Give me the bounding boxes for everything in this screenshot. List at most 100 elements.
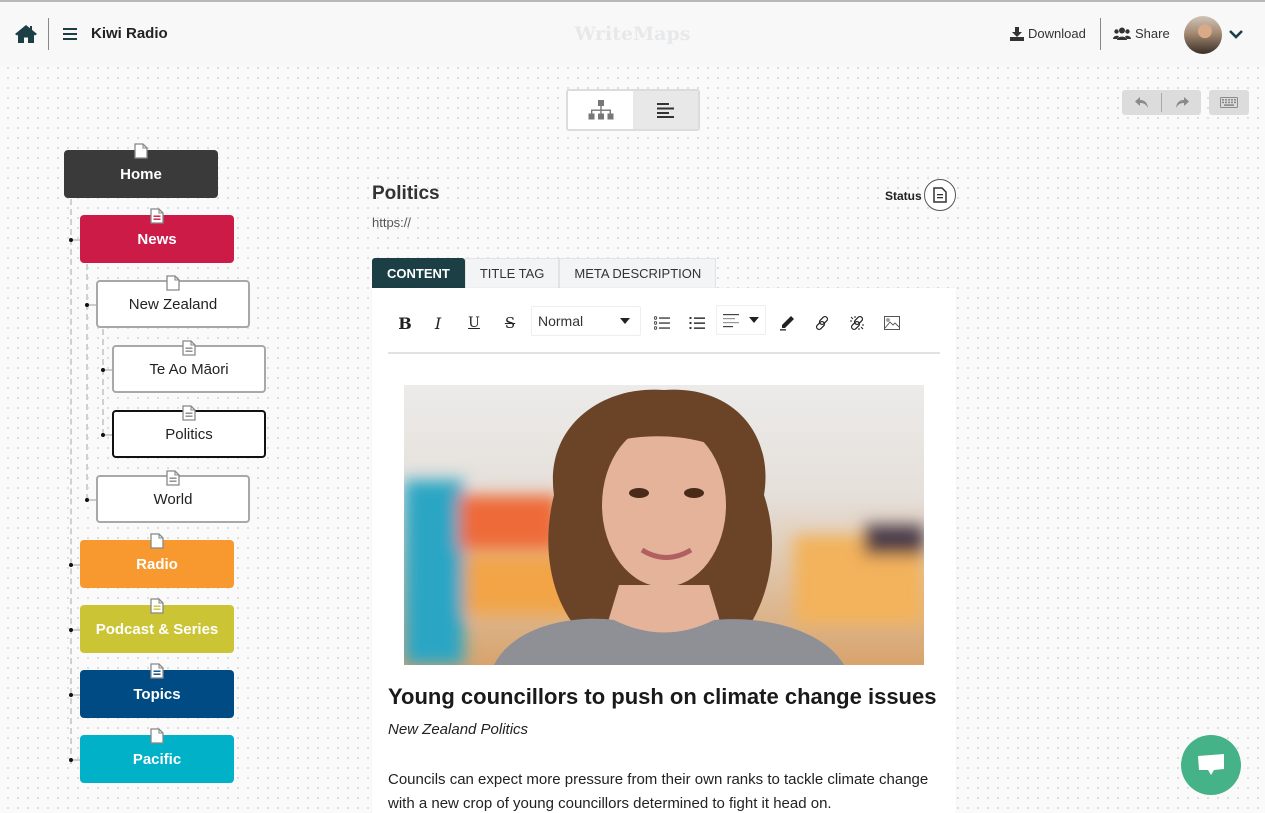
undo-icon [1134,96,1148,108]
align-left-icon [656,103,674,118]
sitemap-node-home[interactable]: Home [64,143,218,198]
history-controls [1122,90,1201,115]
tree-connector [73,239,80,241]
strikethrough-icon: S [504,314,516,332]
download-button[interactable]: Download [1010,26,1086,41]
sitemap-icon [588,100,613,120]
content-editor[interactable]: B I U S Normal Young councillors to push… [372,288,956,813]
page-content-icon [166,470,180,486]
download-icon [1010,26,1024,41]
undo-button[interactable] [1122,90,1161,115]
numbered-list-icon [689,317,705,329]
sitemap-node-news[interactable]: News [80,208,234,263]
divider [1100,18,1101,50]
sitemap-node-label: Te Ao Māori [149,360,229,378]
tree-connector [89,499,96,501]
italic-button[interactable]: I [427,312,449,334]
sitemap-node-label: World [153,490,193,508]
page-blank-icon [166,275,180,291]
link-icon [815,315,829,331]
tree-connector [105,434,112,436]
pen-icon [780,316,794,331]
article-image[interactable] [404,385,924,665]
sitemap-node-te-ao-m-ori[interactable]: Te Ao Māori [112,340,266,393]
sitemap-node-new-zealand[interactable]: New Zealand [96,275,250,328]
article-body: Councils can expect more pressure from t… [388,771,929,812]
page-blank-icon [150,728,164,744]
tab-content[interactable]: CONTENT [372,258,465,288]
status-label: Status [885,189,922,203]
top-bar: Kiwi Radio WriteMaps Download Share [0,0,1265,66]
keyboard-shortcuts-button[interactable] [1209,90,1249,115]
page-url[interactable]: https:// [372,215,411,230]
share-label: Share [1135,26,1170,41]
tree-connector [86,264,88,500]
sitemap-node-podcast-series[interactable]: Podcast & Series [80,598,234,653]
tree-connector [70,199,72,764]
keyboard-icon [1220,97,1238,108]
sitemap-node-label: Home [120,165,162,183]
document-icon [933,187,947,203]
sitemap-node-pacific[interactable]: Pacific [80,728,234,783]
format-value: Normal [538,313,584,329]
caret-down-icon [749,317,759,323]
unlink-icon [850,315,864,331]
editor-toolbar: B I U S Normal [388,304,940,354]
underline-button[interactable]: U [463,312,485,334]
redo-button[interactable] [1162,90,1201,115]
bullet-list-button[interactable] [651,312,673,334]
sitemap-node-radio[interactable]: Radio [80,533,234,588]
bullet-list-icon [654,316,670,330]
sitemap-node-label: Politics [165,425,213,443]
sitemap-node-label: Podcast & Series [95,620,219,638]
unlink-button[interactable] [846,312,868,334]
sitemap-node-politics[interactable]: Politics [112,405,266,458]
account-menu-toggle[interactable] [1228,27,1244,39]
tree-connector [73,759,80,761]
outline-view-button[interactable] [633,91,698,129]
tree-connector [73,564,80,566]
align-icon [723,314,739,328]
page-blank-icon [134,143,148,159]
page-content-icon [150,663,164,679]
page-content-icon [150,208,164,224]
status-button[interactable] [924,179,956,211]
user-avatar[interactable] [1184,16,1222,54]
page-content-icon [182,340,196,356]
page-title: Politics [372,183,440,204]
tab-title-tag[interactable]: TITLE TAG [464,258,560,288]
share-button[interactable]: Share [1113,26,1170,41]
sitemap-node-label: Radio [136,555,178,573]
bold-icon: B [398,313,412,333]
tree-connector [89,304,96,306]
sitemap-node-label: New Zealand [128,295,218,313]
editor-tabs: CONTENT TITLE TAG META DESCRIPTION [372,258,717,288]
chat-button[interactable] [1181,735,1241,795]
page-content-icon [150,598,164,614]
tree-connector [73,694,80,696]
align-select[interactable] [716,305,766,335]
sitemap-node-topics[interactable]: Topics [80,663,234,718]
caret-down-icon [620,318,630,324]
view-toggle [566,89,700,131]
strikethrough-button[interactable]: S [499,312,521,334]
format-select[interactable]: Normal [531,306,641,336]
sitemap-node-label: Topics [133,685,181,703]
tree-connector [73,629,80,631]
numbered-list-button[interactable] [686,312,708,334]
article-heading: Young councillors to push on climate cha… [388,684,937,709]
pen-button[interactable] [776,312,798,334]
chat-bubble-icon [1198,754,1224,775]
tab-meta-description[interactable]: META DESCRIPTION [559,258,717,288]
sitemap-node-world[interactable]: World [96,470,250,523]
users-icon [1113,27,1131,40]
image-button[interactable] [881,312,903,334]
sitemap-node-label: News [137,230,177,248]
sitemap-view-button[interactable] [568,91,633,129]
portrait-image [404,385,924,665]
link-button[interactable] [811,312,833,334]
underline-icon: U [468,315,480,331]
bold-button[interactable]: B [394,312,416,334]
redo-icon [1175,96,1189,108]
sitemap-node-label: Pacific [132,750,182,768]
